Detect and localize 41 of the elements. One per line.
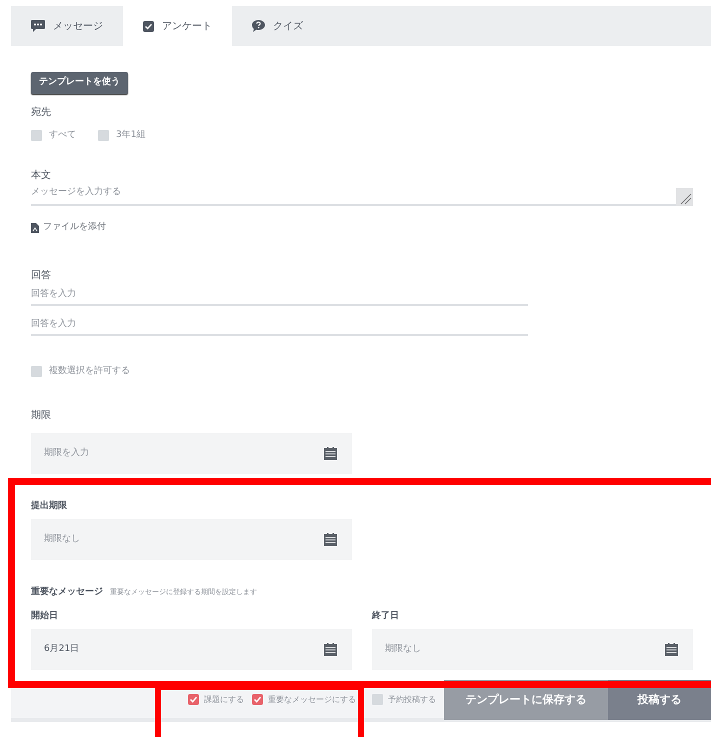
checkbox-label: 複数選択を許可する bbox=[49, 364, 130, 378]
checkbox[interactable] bbox=[252, 694, 263, 706]
field-label: 期限 bbox=[31, 408, 52, 422]
checkbox[interactable] bbox=[31, 130, 42, 141]
field-label: 本文 bbox=[31, 168, 52, 182]
date-field[interactable]: 期限なし bbox=[372, 628, 693, 670]
field-label: 終了日 bbox=[372, 610, 400, 623]
checkbox-label: 3年1組 bbox=[116, 128, 146, 142]
body-textarea[interactable]: メッセージを入力する bbox=[31, 185, 693, 206]
checkbox-label: すべて bbox=[49, 128, 76, 142]
checkbox[interactable] bbox=[31, 366, 42, 377]
attach-file-link[interactable]: ファイルを添付 bbox=[43, 221, 106, 235]
answer-input[interactable]: 回答を入力 bbox=[31, 284, 528, 306]
date-field[interactable]: 6月21日 bbox=[31, 628, 352, 670]
checkbox[interactable] bbox=[98, 130, 109, 141]
date-field[interactable]: 期限を入力 bbox=[31, 433, 352, 474]
chat-icon bbox=[31, 20, 45, 32]
field-label: 重要なメッセージ bbox=[31, 586, 103, 600]
checkbox-label: 重要なメッセージにする bbox=[268, 694, 356, 706]
field-label: 宛先 bbox=[31, 106, 52, 119]
tab[interactable]: アンケート bbox=[123, 6, 232, 46]
tab[interactable]: メッセージ bbox=[11, 6, 123, 46]
checkbox-icon bbox=[143, 20, 154, 32]
file-icon bbox=[31, 223, 39, 233]
calendar-icon[interactable] bbox=[324, 642, 337, 656]
checkbox[interactable] bbox=[188, 694, 199, 706]
calendar-icon[interactable] bbox=[665, 642, 678, 656]
tab[interactable]: クイズ bbox=[232, 6, 323, 46]
field-label: 開始日 bbox=[31, 610, 59, 623]
question-icon bbox=[252, 20, 265, 32]
checkbox-label: 予約投稿する bbox=[388, 694, 436, 706]
resize-handle-icon[interactable] bbox=[676, 188, 693, 206]
use-template-button[interactable]: テンプレートを使う bbox=[31, 72, 128, 94]
date-field[interactable]: 期限なし bbox=[31, 519, 352, 560]
checkbox-label: 課題にする bbox=[204, 694, 244, 706]
calendar-icon[interactable] bbox=[324, 447, 337, 460]
calendar-icon[interactable] bbox=[324, 533, 337, 546]
answer-input[interactable]: 回答を入力 bbox=[31, 314, 528, 336]
field-label: 回答 bbox=[31, 268, 52, 282]
checkbox[interactable] bbox=[372, 694, 383, 706]
field-label: 提出期限 bbox=[31, 500, 68, 514]
